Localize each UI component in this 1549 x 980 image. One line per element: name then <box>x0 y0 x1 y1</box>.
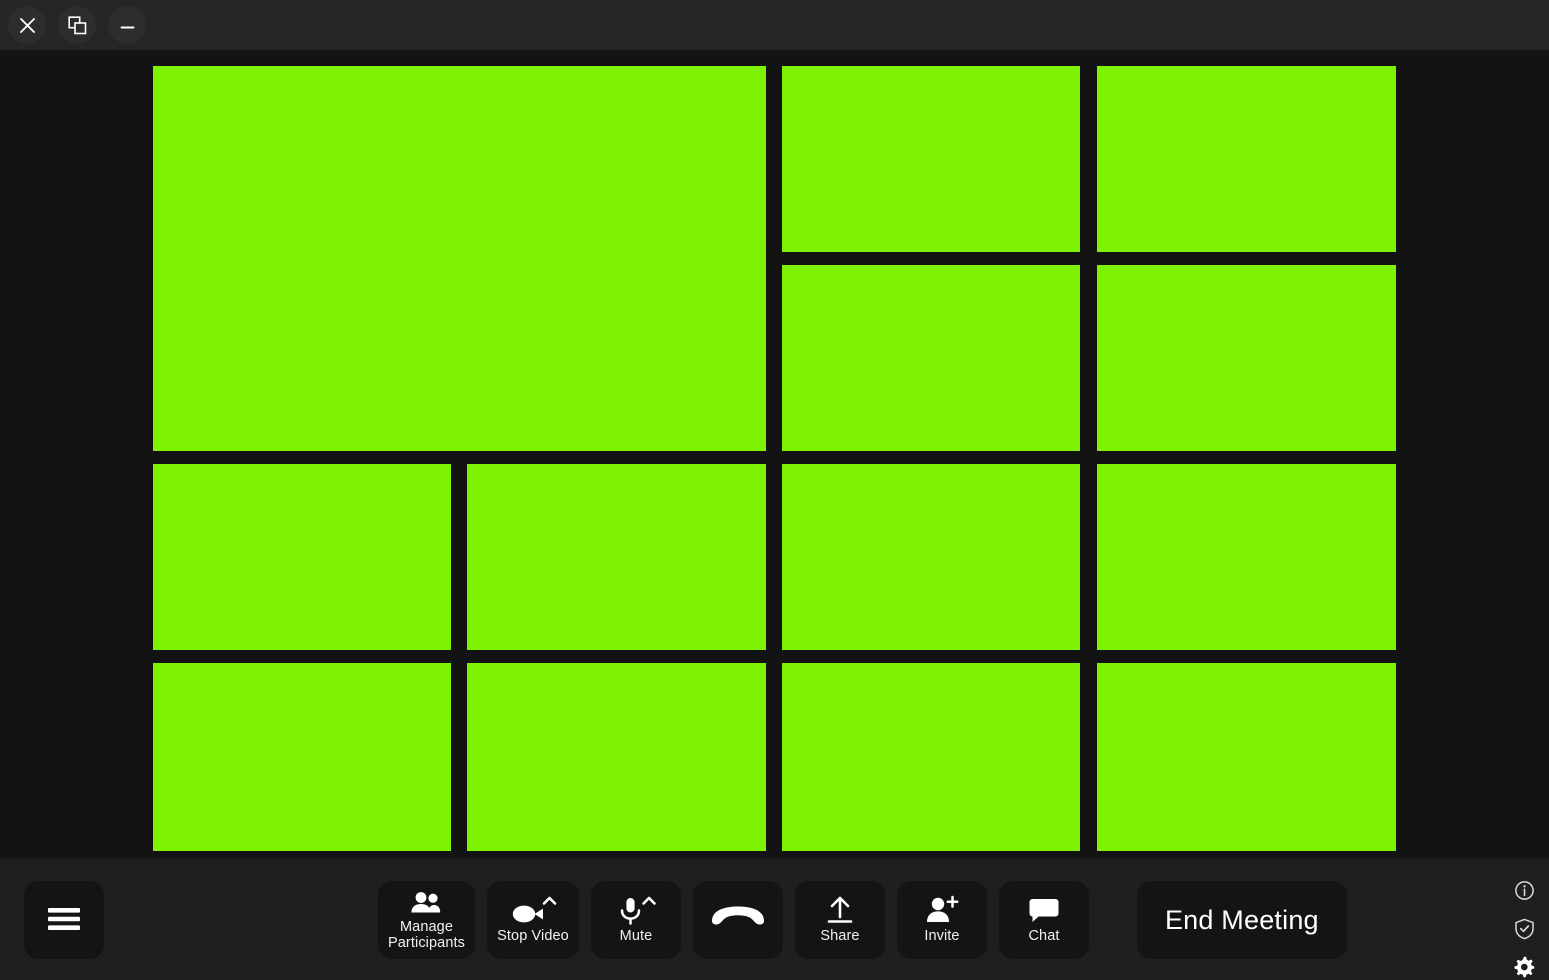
phone-hangup-icon <box>708 887 768 949</box>
share-button[interactable]: Share <box>794 881 885 959</box>
participant-video-tile[interactable] <box>467 663 766 851</box>
invite-label: Invite <box>924 928 960 945</box>
chat-bubble-icon <box>1028 893 1060 927</box>
chat-label: Chat <box>1028 928 1060 945</box>
participant-video-tile[interactable] <box>1097 663 1396 851</box>
toolbar-center-group: Manage Participants Stop Video Mute Shar… <box>378 881 1347 959</box>
mute-label: Mute <box>619 928 653 945</box>
share-upload-icon <box>824 893 856 927</box>
meeting-toolbar: Manage Participants Stop Video Mute Shar… <box>0 858 1549 980</box>
manage-participants-button[interactable]: Manage Participants <box>378 881 475 959</box>
video-camera-icon <box>509 893 557 927</box>
gear-icon <box>1513 956 1535 980</box>
chat-button[interactable]: Chat <box>998 881 1089 959</box>
menu-button[interactable] <box>24 881 104 959</box>
toolbar-right-icon-strip <box>1509 877 1539 980</box>
window-title-bar <box>0 0 1549 50</box>
window-close-button[interactable] <box>8 6 46 44</box>
participants-icon <box>409 887 443 918</box>
participant-video-tile[interactable] <box>782 464 1080 650</box>
add-person-icon <box>925 893 959 927</box>
stop-video-label: Stop Video <box>497 928 569 945</box>
mute-button[interactable]: Mute <box>590 881 681 959</box>
invite-button[interactable]: Invite <box>896 881 987 959</box>
hamburger-menu-icon <box>47 906 81 935</box>
video-stage <box>0 50 1549 858</box>
info-icon <box>1514 880 1535 904</box>
participant-video-tile[interactable] <box>782 663 1080 851</box>
participant-video-tile[interactable] <box>1097 66 1396 252</box>
participant-video-tile[interactable] <box>467 464 766 650</box>
minimize-icon <box>118 16 137 35</box>
shield-check-icon <box>1514 918 1535 943</box>
participant-gallery-grid <box>153 66 1396 851</box>
info-button[interactable] <box>1509 877 1539 907</box>
settings-button[interactable] <box>1509 953 1539 980</box>
participant-video-tile[interactable] <box>153 66 766 451</box>
participant-video-tile[interactable] <box>782 66 1080 252</box>
hangup-button[interactable] <box>692 881 783 959</box>
share-label: Share <box>820 928 860 945</box>
participant-video-tile[interactable] <box>153 663 451 851</box>
manage-participants-label: Manage Participants <box>388 919 465 951</box>
toolbar-left-group <box>24 881 104 959</box>
stop-video-button[interactable]: Stop Video <box>486 881 579 959</box>
window-restore-button[interactable] <box>58 6 96 44</box>
restore-windows-icon <box>67 15 87 35</box>
participant-video-tile[interactable] <box>782 265 1080 451</box>
security-button[interactable] <box>1509 915 1539 945</box>
participant-video-tile[interactable] <box>1097 265 1396 451</box>
end-meeting-button[interactable]: End Meeting <box>1136 881 1347 959</box>
participant-video-tile[interactable] <box>1097 464 1396 650</box>
close-icon <box>19 17 36 34</box>
participant-video-tile[interactable] <box>153 464 451 650</box>
microphone-icon <box>615 893 657 927</box>
window-minimize-button[interactable] <box>108 6 146 44</box>
